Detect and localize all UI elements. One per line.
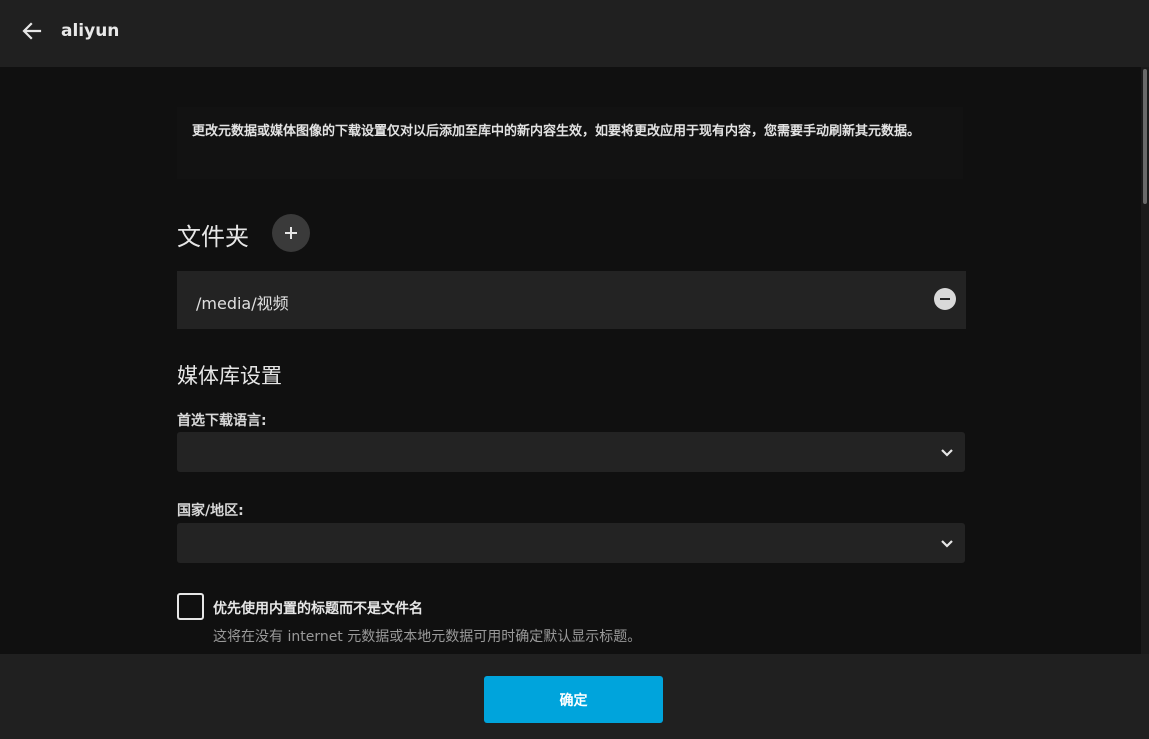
footer-bar: 确定 — [0, 654, 1149, 739]
country-region-select[interactable] — [177, 523, 965, 563]
country-region-label: 国家/地区: — [177, 503, 244, 519]
preferred-language-label: 首选下载语言: — [177, 413, 267, 429]
prefer-embedded-titles-description: 这将在没有 internet 元数据或本地元数据可用时确定默认显示标题。 — [213, 629, 642, 645]
folder-path: /media/视频 — [196, 294, 289, 313]
add-folder-button[interactable] — [272, 214, 310, 252]
metadata-notice: 更改元数据或媒体图像的下载设置仅对以后添加至库中的新内容生效，如要将更改应用于现… — [177, 107, 963, 179]
plus-icon — [285, 227, 297, 239]
chevron-down-icon — [941, 449, 953, 457]
arrow-left-icon — [22, 22, 42, 40]
folder-item[interactable]: /media/视频 — [177, 271, 966, 329]
top-bar: aliyun — [0, 0, 1149, 67]
minus-circle-icon — [940, 298, 950, 300]
back-button[interactable] — [18, 16, 46, 46]
folders-title: 文件夹 — [177, 223, 249, 251]
chevron-down-icon — [941, 540, 953, 548]
page-title: aliyun — [61, 21, 120, 41]
library-options-content: 更改元数据或媒体图像的下载设置仅对以后添加至库中的新内容生效，如要将更改应用于现… — [0, 67, 1141, 654]
prefer-embedded-titles-checkbox[interactable] — [177, 593, 204, 620]
prefer-embedded-titles-label[interactable]: 优先使用内置的标题而不是文件名 — [213, 598, 423, 618]
preferred-language-select[interactable] — [177, 432, 965, 472]
confirm-button[interactable]: 确定 — [484, 676, 663, 723]
scrollbar[interactable] — [1141, 67, 1149, 654]
library-settings-title: 媒体库设置 — [177, 364, 282, 388]
remove-folder-button[interactable] — [934, 288, 956, 310]
scrollbar-thumb[interactable] — [1143, 69, 1147, 204]
